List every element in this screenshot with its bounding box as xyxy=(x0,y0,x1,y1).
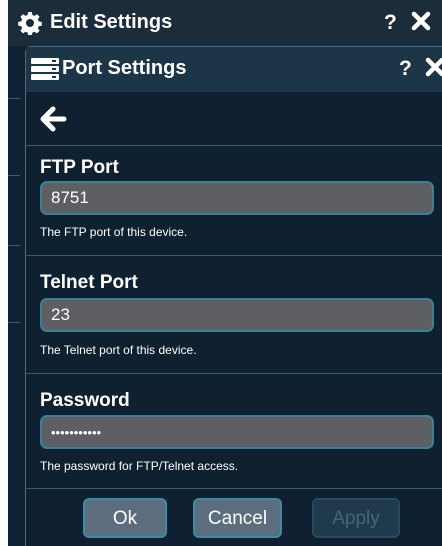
divider xyxy=(8,175,20,176)
port-settings-titlebar[interactable]: Port Settings ? xyxy=(26,47,442,92)
edit-settings-title: Edit Settings xyxy=(50,11,173,33)
telnet-port-label: Telnet Port xyxy=(40,272,138,293)
close-icon[interactable] xyxy=(425,57,442,77)
port-settings-window: Port Settings ? FTP Port 8751 The FTP po… xyxy=(25,46,442,546)
divider xyxy=(8,322,20,323)
telnet-port-description: The Telnet port of this device. xyxy=(40,343,197,357)
ftp-port-section: FTP Port 8751 The FTP port of this devic… xyxy=(26,145,442,255)
password-section: Password ••••••••••• The password for FT… xyxy=(26,374,442,488)
telnet-port-section: Telnet Port 23 The Telnet port of this d… xyxy=(26,256,442,373)
password-description: The password for FTP/Telnet access. xyxy=(40,459,239,473)
password-label: Password xyxy=(40,390,130,411)
ftp-port-input[interactable]: 8751 xyxy=(40,181,434,215)
telnet-port-input[interactable]: 23 xyxy=(40,298,434,332)
password-input[interactable]: ••••••••••• xyxy=(40,415,434,449)
divider xyxy=(8,98,20,99)
divider xyxy=(8,245,20,246)
arrow-left-icon[interactable] xyxy=(39,105,67,133)
back-row xyxy=(26,93,442,146)
edit-settings-titlebar[interactable]: Edit Settings ? xyxy=(8,0,442,46)
gear-icon xyxy=(18,12,42,35)
port-settings-title: Port Settings xyxy=(62,57,187,79)
server-icon xyxy=(31,58,59,80)
help-button[interactable]: ? xyxy=(384,11,397,35)
cancel-button[interactable]: Cancel xyxy=(193,498,282,538)
help-button[interactable]: ? xyxy=(399,57,412,81)
ftp-port-label: FTP Port xyxy=(40,157,119,178)
ftp-port-description: The FTP port of this device. xyxy=(40,225,188,239)
apply-button[interactable]: Apply xyxy=(312,498,400,538)
divider xyxy=(26,488,442,489)
close-icon[interactable] xyxy=(411,11,431,31)
ok-button[interactable]: Ok xyxy=(83,498,167,538)
